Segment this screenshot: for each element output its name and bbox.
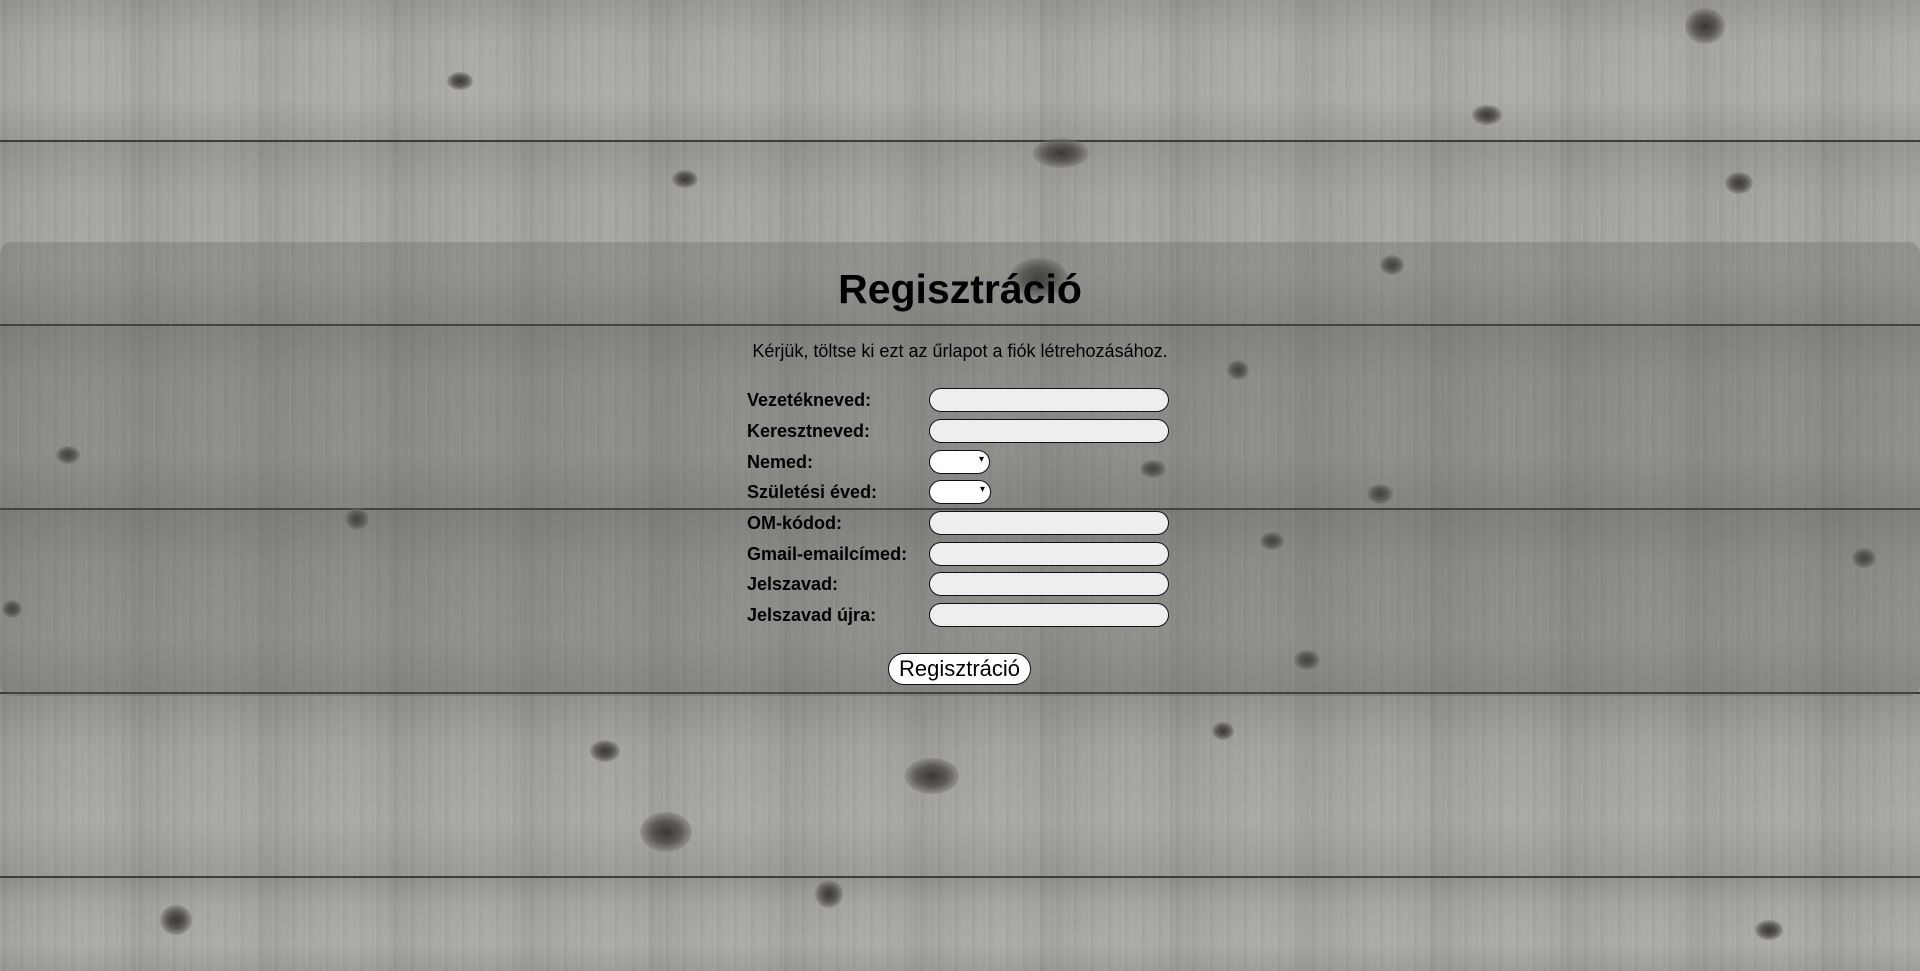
wood-knot — [1725, 172, 1753, 194]
wood-knot — [1685, 8, 1725, 44]
form-row-gender: Nemed: ▾ — [747, 448, 990, 476]
form-row-birthyear: Születési éved: ▾ — [747, 478, 991, 506]
email-input[interactable] — [929, 542, 1169, 566]
gender-select[interactable]: ▾ — [929, 450, 990, 474]
password-confirm-input[interactable] — [929, 603, 1169, 627]
password-label: Jelszavad: — [747, 573, 839, 594]
wood-knot — [640, 812, 692, 852]
wood-knot — [905, 758, 959, 794]
wood-knot — [160, 905, 192, 935]
wood-knot — [1755, 920, 1783, 940]
wood-knot — [1472, 105, 1502, 125]
om-code-label: OM-kódod: — [747, 512, 842, 533]
wood-knot — [815, 880, 843, 908]
firstname-label: Keresztneved: — [747, 420, 871, 441]
form-row-password: Jelszavad: — [747, 570, 1169, 598]
page-subtitle: Kérjük, töltse ki ezt az űrlapot a fiók … — [752, 341, 1168, 361]
form-row-om-code: OM-kódod: — [747, 509, 1169, 537]
wood-knot — [447, 72, 473, 90]
birthyear-label: Születési éved: — [747, 481, 878, 502]
register-button[interactable]: Regisztráció — [888, 653, 1031, 685]
chevron-down-icon: ▾ — [978, 454, 984, 465]
gender-label: Nemed: — [747, 451, 814, 472]
form-row-firstname: Keresztneved: — [747, 417, 1169, 445]
email-label: Gmail-emailcímed: — [747, 543, 908, 564]
wood-knot — [672, 170, 698, 188]
om-code-input[interactable] — [929, 511, 1169, 535]
wood-plank — [0, 694, 1920, 876]
form-row-email: Gmail-emailcímed: — [747, 540, 1169, 568]
password-confirm-label: Jelszavad újra: — [747, 604, 877, 625]
password-input[interactable] — [929, 572, 1169, 596]
wood-plank — [0, 878, 1920, 971]
page-title: Regisztráció — [838, 266, 1082, 312]
lastname-input[interactable] — [929, 388, 1169, 412]
wood-knot — [590, 740, 620, 762]
form-row-password-confirm: Jelszavad újra: — [747, 601, 1169, 629]
chevron-down-icon: ▾ — [979, 484, 985, 495]
wood-knot — [1212, 722, 1234, 740]
form-row-lastname: Vezetékneved: — [747, 386, 1169, 414]
wood-knot — [1033, 138, 1089, 168]
firstname-input[interactable] — [929, 419, 1169, 443]
wood-plank — [0, 0, 1920, 140]
lastname-label: Vezetékneved: — [747, 389, 872, 410]
birthyear-select[interactable]: ▾ — [929, 480, 991, 504]
